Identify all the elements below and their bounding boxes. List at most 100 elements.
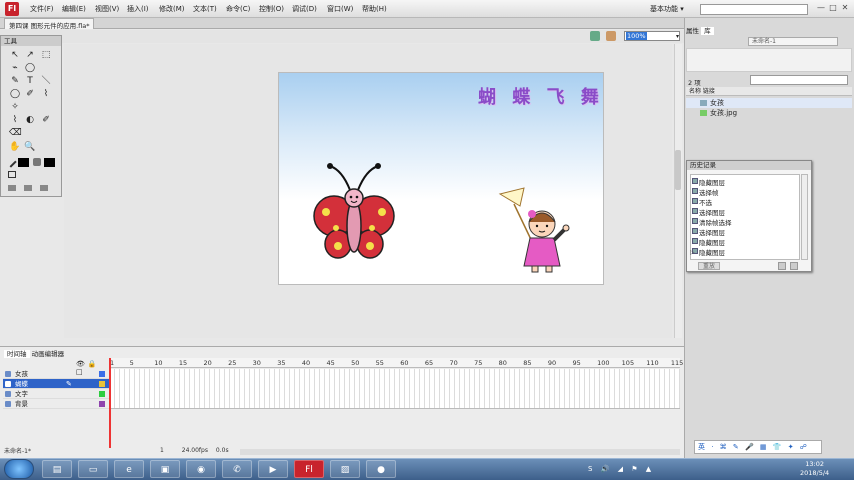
copy-steps-icon[interactable] xyxy=(778,262,786,270)
3d-rotation-tool-icon[interactable]: ⌁ xyxy=(9,62,21,74)
pen-tool-icon[interactable]: ✎ xyxy=(9,75,21,87)
folder-icon[interactable]: ▭ xyxy=(78,460,108,478)
zoom-select[interactable]: 100% ▾ xyxy=(624,31,680,41)
menu-help[interactable]: 帮助(H) xyxy=(362,4,387,14)
layer-row-text[interactable]: 文字 xyxy=(3,389,109,399)
hand-tool-icon[interactable]: ✋ xyxy=(9,141,21,153)
layer-outline-color[interactable] xyxy=(99,371,105,377)
menu-text[interactable]: 文本(T) xyxy=(193,4,217,14)
tab-properties[interactable]: 属性 xyxy=(686,27,699,35)
default-colors-icon[interactable] xyxy=(8,171,16,178)
layer-row-girl[interactable]: 女孩 xyxy=(3,369,109,379)
history-step[interactable]: 不选 xyxy=(699,197,712,207)
brush-tool-icon[interactable]: ⌇ xyxy=(40,88,52,100)
history-step[interactable]: 选择图层 xyxy=(699,207,725,217)
edit-scene-icon[interactable] xyxy=(590,31,600,41)
edit-symbol-icon[interactable] xyxy=(606,31,616,41)
flash-app-icon[interactable]: Fl xyxy=(294,460,324,478)
menu-window[interactable]: 窗口(W) xyxy=(327,4,353,14)
help-search-input[interactable] xyxy=(700,4,808,15)
eyedropper-tool-icon[interactable]: ✐ xyxy=(40,114,52,126)
layer-outline-color[interactable] xyxy=(99,401,105,407)
menu-modify[interactable]: 修改(M) xyxy=(159,4,185,14)
frame-ruler-tick: 5 xyxy=(129,359,134,367)
subselection-tool-icon[interactable]: ↗ xyxy=(24,49,36,61)
frame-ruler-tick: 70 xyxy=(449,359,458,367)
history-step[interactable]: 选择图层 xyxy=(699,227,725,237)
stage-scrollbar[interactable] xyxy=(674,44,682,338)
girl-symbol[interactable] xyxy=(496,184,576,278)
history-scrollbar[interactable] xyxy=(801,174,808,260)
stage-title-text[interactable]: 蝴 蝶 飞 舞 xyxy=(478,83,604,109)
playhead[interactable] xyxy=(109,358,111,448)
workspace-switcher[interactable]: 基本功能 ▾ xyxy=(650,4,684,14)
history-step[interactable]: 选择帧 xyxy=(699,187,719,197)
save-command-icon[interactable] xyxy=(790,262,798,270)
butterfly-symbol[interactable] xyxy=(312,160,396,264)
menu-view[interactable]: 视图(V) xyxy=(95,4,119,14)
replay-button[interactable]: 重放 xyxy=(698,262,720,270)
document-tab[interactable]: 第四课 图形元件的应用.fla* xyxy=(4,18,95,30)
smooth-icon[interactable] xyxy=(24,185,32,191)
menu-edit[interactable]: 编辑(E) xyxy=(62,4,86,14)
system-tray[interactable]: S 🔊 ◢ ⚑ ▲ xyxy=(588,465,654,473)
media-player-icon[interactable]: ▣ xyxy=(150,460,180,478)
menu-control[interactable]: 控制(O) xyxy=(259,4,284,14)
text-tool-icon[interactable]: T xyxy=(24,75,36,87)
app-icon[interactable]: ▶ xyxy=(258,460,288,478)
tab-timeline[interactable]: 时间轴 xyxy=(4,350,30,358)
lasso-tool-icon[interactable]: ◯ xyxy=(24,62,36,74)
history-step[interactable]: 隐藏图层 xyxy=(699,177,725,187)
library-document-select[interactable]: 未命名-1 xyxy=(748,37,838,46)
ie-icon[interactable]: e xyxy=(114,460,144,478)
timeline-scrollbar[interactable] xyxy=(240,449,680,455)
tab-library[interactable]: 库 xyxy=(701,27,714,35)
image-viewer-icon[interactable]: ▨ xyxy=(330,460,360,478)
frame-ruler[interactable] xyxy=(110,358,680,368)
history-step[interactable]: 隐藏图层 xyxy=(699,237,725,247)
history-slider-icon[interactable]: ▷ xyxy=(690,249,695,256)
maximize-button[interactable]: □ xyxy=(828,3,838,13)
history-step[interactable]: 隐藏图层 xyxy=(699,247,725,257)
frame-grid[interactable] xyxy=(110,369,680,409)
library-item[interactable]: 女孩.jpg xyxy=(710,108,737,118)
oval-tool-icon[interactable]: ◯ xyxy=(9,88,21,100)
paint-bucket-tool-icon[interactable]: ◐ xyxy=(24,114,36,126)
free-transform-tool-icon[interactable]: ⬚ xyxy=(40,49,52,61)
eraser-tool-icon[interactable]: ⌫ xyxy=(9,127,22,139)
selection-tool-icon[interactable]: ↖ xyxy=(9,49,21,61)
line-tool-icon[interactable]: ＼ xyxy=(40,75,52,87)
library-search-input[interactable] xyxy=(750,75,848,85)
close-button[interactable]: ✕ xyxy=(840,3,850,13)
library-item[interactable]: 女孩 xyxy=(710,98,724,108)
deco-tool-icon[interactable]: ✧ xyxy=(9,101,21,113)
menu-debug[interactable]: 调试(D) xyxy=(292,4,317,14)
menu-file[interactable]: 文件(F) xyxy=(30,4,54,14)
start-button[interactable] xyxy=(4,459,34,479)
zoom-tool-icon[interactable]: 🔍 xyxy=(24,141,36,153)
frame-rate[interactable]: 24.00fps xyxy=(182,447,208,454)
bone-tool-icon[interactable]: ⌇ xyxy=(9,114,21,126)
ime-toolbar[interactable]: 英 · ⌘ ✎ 🎤 ▦ 👕 ✦ ☍ xyxy=(694,440,822,454)
menu-commands[interactable]: 命令(C) xyxy=(226,4,250,14)
fill-color-swatch[interactable] xyxy=(44,158,55,167)
layer-outline-color[interactable] xyxy=(99,381,105,387)
wechat-icon[interactable]: ✆ xyxy=(222,460,252,478)
layer-outline-color[interactable] xyxy=(99,391,105,397)
pencil-tool-icon[interactable]: ✐ xyxy=(24,88,36,100)
layer-row-butterfly[interactable]: 蝴蝶 xyxy=(3,379,109,389)
minimize-button[interactable]: — xyxy=(816,3,826,13)
recorder-icon[interactable]: ● xyxy=(366,460,396,478)
stroke-color-swatch[interactable] xyxy=(18,158,29,167)
clock[interactable]: 13:02 2018/5/4 xyxy=(800,460,829,478)
windows-explorer-icon[interactable]: ▤ xyxy=(42,460,72,478)
stage-scrollbar-thumb[interactable] xyxy=(675,150,681,190)
browser-icon[interactable]: ◉ xyxy=(186,460,216,478)
straighten-icon[interactable] xyxy=(40,185,48,191)
frame-ruler-tick: 35 xyxy=(277,359,286,367)
tab-motion-editor[interactable]: 动画编辑器 xyxy=(32,350,65,358)
layer-row-background[interactable]: 背景 xyxy=(3,399,109,409)
menu-insert[interactable]: 插入(I) xyxy=(127,4,149,14)
history-step[interactable]: 清除帧选择 xyxy=(699,217,732,227)
snap-icon[interactable] xyxy=(8,185,16,191)
